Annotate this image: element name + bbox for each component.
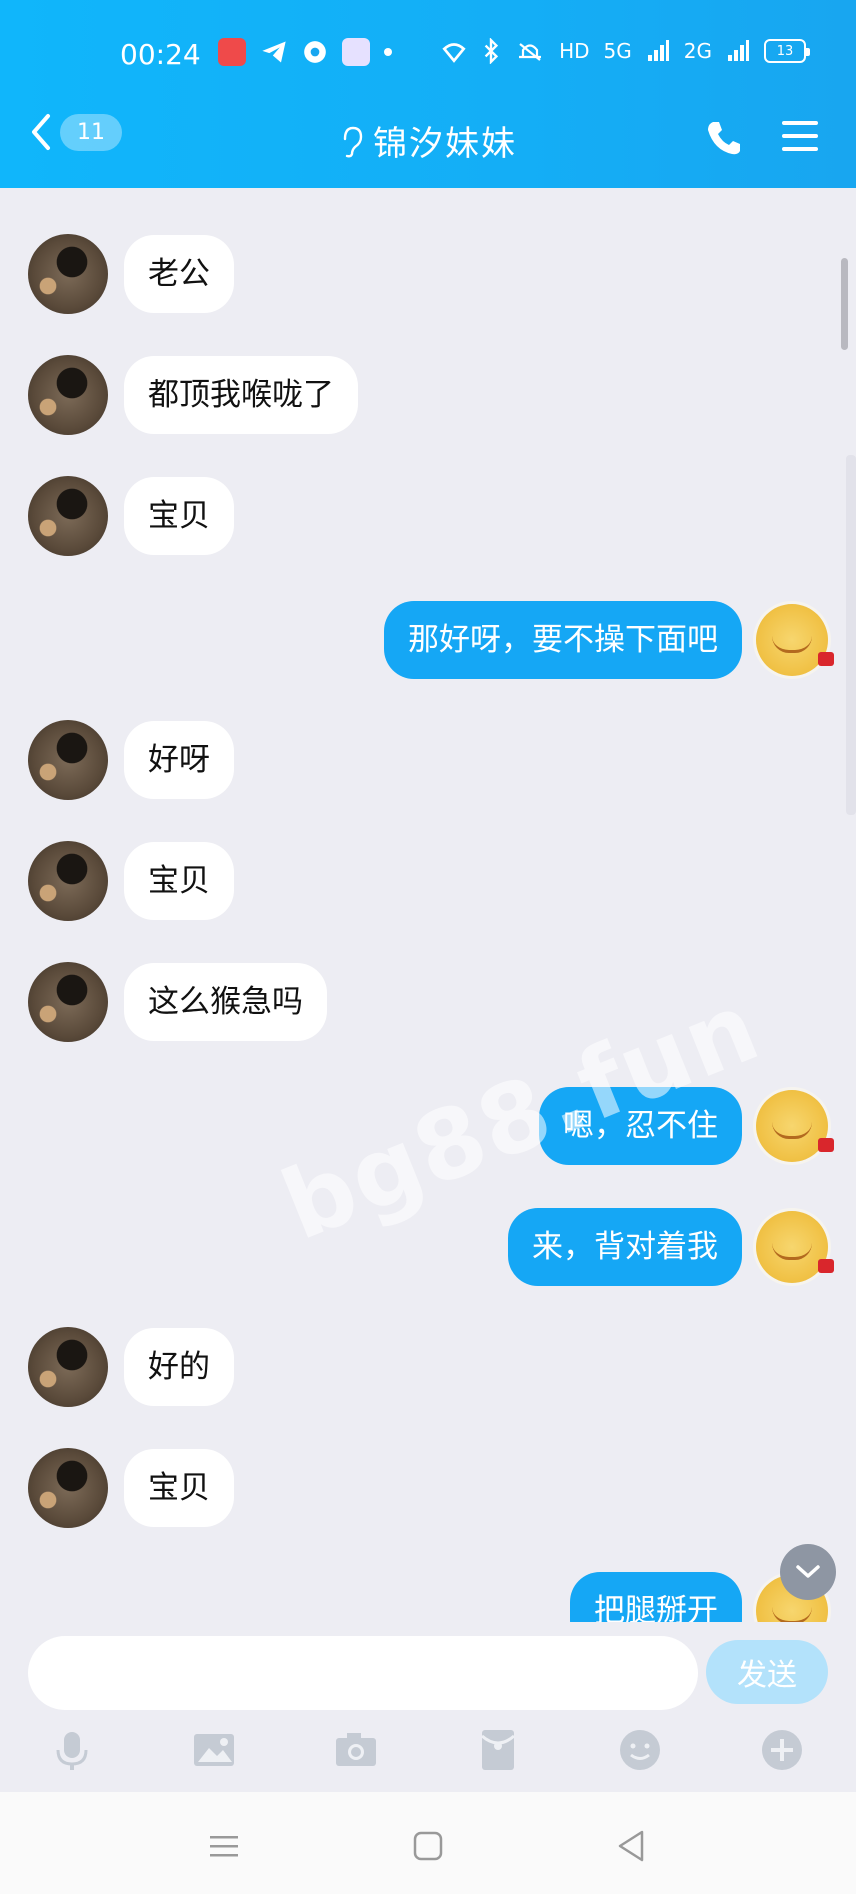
message-row: 宝贝 (28, 841, 234, 921)
message-bubble[interactable]: 都顶我喉咙了 (124, 356, 358, 434)
red-packet-icon (481, 1730, 515, 1770)
message-bubble[interactable]: 老公 (124, 235, 234, 313)
contact-avatar[interactable] (28, 962, 108, 1042)
signal-bars-2-icon (728, 40, 749, 61)
nav-home-button[interactable] (408, 1826, 448, 1866)
message-bubble[interactable]: 好的 (124, 1328, 234, 1406)
square-icon (413, 1831, 443, 1861)
menu-icon[interactable] (780, 118, 820, 154)
image-button[interactable] (190, 1726, 238, 1774)
chat-topbar: 11 锦汐妹妹 (0, 96, 856, 182)
message-clip: 把腿掰开 (0, 1560, 856, 1622)
composer-toolbar (0, 1714, 856, 1792)
mute-icon (519, 43, 542, 61)
my-avatar[interactable] (756, 1211, 834, 1283)
status-time: 00:24 (120, 38, 201, 71)
composer-row: 发送 (0, 1628, 856, 1724)
chevron-down-icon (796, 1565, 820, 1578)
more-button[interactable] (758, 1726, 806, 1774)
scroll-to-bottom-button[interactable] (780, 1544, 836, 1600)
nav-back-button[interactable] (612, 1826, 652, 1866)
camera-button[interactable] (332, 1726, 380, 1774)
microphone-icon (56, 1732, 88, 1770)
status-bar: 00:24 HD 5G 2G 13 (0, 30, 856, 80)
message-row: 好呀 (28, 720, 234, 800)
scrollbar-track (846, 455, 856, 815)
message-bubble[interactable]: 把腿掰开 (570, 1572, 742, 1622)
message-row: 这么猴急吗 (28, 962, 327, 1042)
battery-indicator: 13 (764, 39, 810, 63)
contact-avatar[interactable] (28, 355, 108, 435)
nav-menu-button[interactable] (204, 1826, 244, 1866)
camera-icon (336, 1733, 376, 1766)
contact-name: 锦汐妹妹 (373, 124, 517, 164)
my-avatar[interactable] (756, 1090, 834, 1162)
message-bubble[interactable]: 这么猴急吗 (124, 963, 327, 1041)
contact-avatar[interactable] (28, 1327, 108, 1407)
ear-icon (343, 126, 363, 158)
message-row: 好的 (28, 1327, 234, 1407)
message-row: 来，背对着我 (508, 1208, 834, 1286)
message-row: 宝贝 (28, 1448, 234, 1528)
send-button[interactable]: 发送 (706, 1640, 828, 1704)
phone-icon[interactable] (704, 118, 744, 158)
contact-avatar[interactable] (28, 234, 108, 314)
message-row: 老公 (28, 234, 234, 314)
message-row: 嗯，忍不住 (539, 1087, 834, 1165)
voice-button[interactable] (48, 1726, 96, 1774)
notification-icons (218, 38, 392, 66)
signal-2g-label: 2G (683, 39, 712, 63)
contact-avatar[interactable] (28, 1448, 108, 1528)
menu-lines-icon (210, 1836, 238, 1857)
signal-5g-label: 5G (603, 39, 632, 63)
contact-avatar[interactable] (28, 476, 108, 556)
hd-label: HD (559, 39, 590, 63)
system-icons: HD 5G 2G 13 (441, 38, 810, 64)
message-bubble[interactable]: 那好呀，要不操下面吧 (384, 601, 742, 679)
my-avatar[interactable] (756, 604, 834, 676)
red-packet-button[interactable] (474, 1726, 522, 1774)
battery-level: 13 (776, 43, 794, 59)
message-bubble[interactable]: 好呀 (124, 721, 234, 799)
contact-avatar[interactable] (28, 720, 108, 800)
qq-notification-icon (342, 38, 370, 66)
message-bubble[interactable]: 嗯，忍不住 (539, 1087, 742, 1165)
app-header: 00:24 HD 5G 2G 13 11 锦汐妹妹 (0, 0, 856, 188)
emoji-button[interactable] (616, 1726, 664, 1774)
triangle-back-icon (618, 1830, 644, 1862)
message-row: 宝贝 (28, 476, 234, 556)
vpn-icon (442, 43, 466, 63)
scrollbar-thumb[interactable] (841, 258, 848, 350)
message-row: 都顶我喉咙了 (28, 355, 358, 435)
bluetooth-icon (484, 38, 499, 64)
signal-bars-icon (647, 40, 669, 61)
emoji-icon (620, 1730, 660, 1770)
system-navbar (0, 1792, 856, 1894)
more-dot-icon (384, 48, 392, 56)
app-notification-icon (218, 38, 246, 66)
browser-icon (304, 41, 326, 63)
telegram-icon (262, 41, 286, 63)
message-bubble[interactable]: 宝贝 (124, 842, 234, 920)
message-bubble[interactable]: 宝贝 (124, 477, 234, 555)
message-bubble[interactable]: 来，背对着我 (508, 1208, 742, 1286)
message-bubble[interactable]: 宝贝 (124, 1449, 234, 1527)
message-input[interactable] (28, 1636, 698, 1710)
message-row: 那好呀，要不操下面吧 (384, 601, 834, 679)
contact-avatar[interactable] (28, 841, 108, 921)
plus-icon (762, 1730, 802, 1770)
image-icon (194, 1734, 234, 1766)
